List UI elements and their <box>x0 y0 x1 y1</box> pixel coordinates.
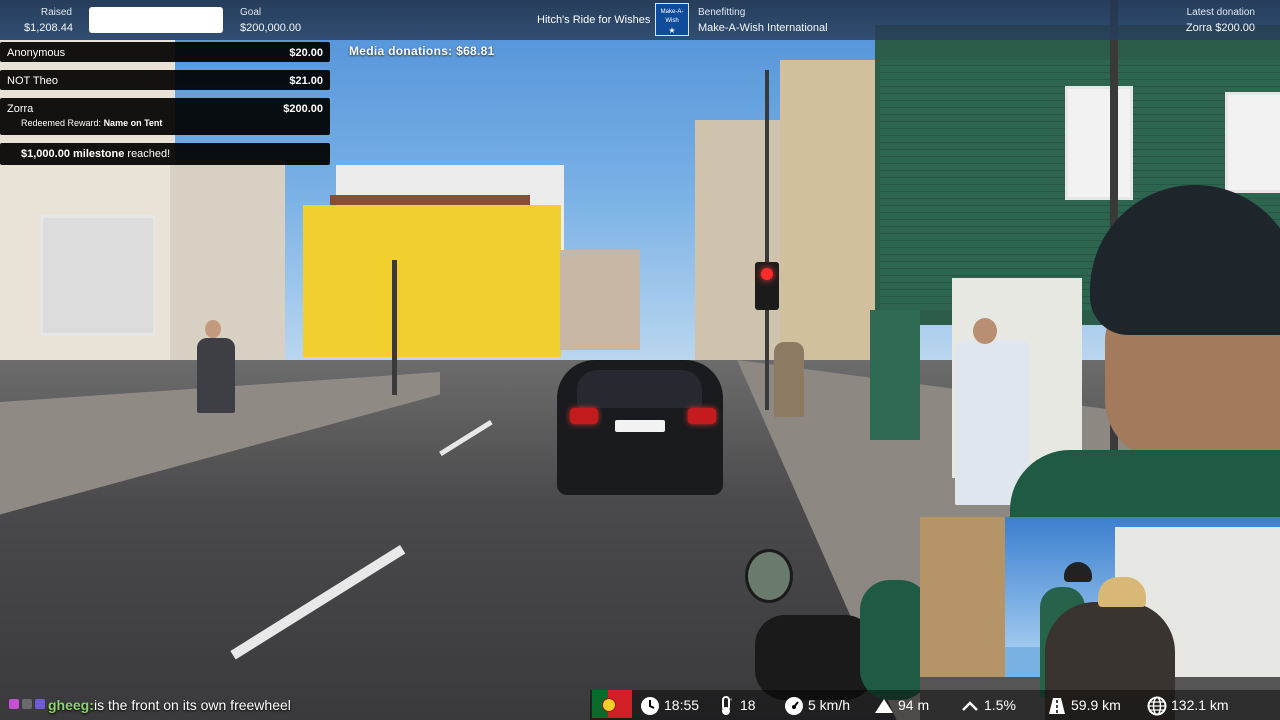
thermometer-icon: ° <box>716 696 736 716</box>
pedestrian-head <box>205 320 221 338</box>
pedestrian-head <box>973 318 997 344</box>
top-info-bar: Raised $1,208.44 Goal $200,000.00 Hitch'… <box>0 0 1280 40</box>
heart-badge-icon <box>9 699 19 709</box>
shop-window <box>40 215 156 336</box>
car-tail-light <box>688 408 716 424</box>
benefitting-stat: Benefitting Make-A-Wish International <box>698 7 828 34</box>
grade-stat: 1.5% <box>960 694 1016 716</box>
yellow-building <box>303 205 561 357</box>
rider-glove <box>755 615 875 700</box>
donation-alert: NOT Theo $21.00 <box>0 70 330 90</box>
milestone-amount: $1,000.00 milestone <box>21 148 125 160</box>
donation-amount: $200.00 <box>283 103 323 115</box>
total-distance-stat: 132.1 km <box>1147 694 1229 716</box>
media-donations: Media donations: $68.81 <box>349 44 495 58</box>
reward-line: Redeemed Reward: Name on Tent <box>21 118 162 128</box>
milestone-text: $1,000.00 milestone reached! <box>21 148 170 160</box>
temperature-value: 18 <box>740 697 756 713</box>
incline-icon <box>960 696 980 716</box>
chat-username: gheeg: <box>48 697 94 713</box>
donor-name: Anonymous <box>7 47 66 59</box>
temperature-stat: ° 18 <box>716 694 756 716</box>
green-wall <box>870 310 920 440</box>
raised-stat: Raised $1,208.44 <box>24 7 73 34</box>
raised-value: $1,208.44 <box>24 22 73 34</box>
pedestrian <box>197 338 235 413</box>
grade-value: 1.5% <box>984 697 1016 713</box>
sub-badge-icon <box>35 699 45 709</box>
donation-amount: $20.00 <box>289 47 323 59</box>
logo-text: Make-A-Wish <box>660 9 684 24</box>
clock-icon <box>640 696 660 716</box>
donor-name: Zorra <box>7 103 34 115</box>
traffic-light <box>755 262 779 310</box>
time-value: 18:55 <box>664 697 700 713</box>
svg-text:°: ° <box>730 699 733 705</box>
telemetry-bar: 18:55 ° 18 5 km/h 94 m 1.5% 59.9 km 132.… <box>590 690 1280 720</box>
donation-amount: $21.00 <box>289 75 323 87</box>
car-tail-light <box>570 408 598 424</box>
right-building-1 <box>695 120 785 370</box>
window <box>1225 92 1280 193</box>
car-rear-window <box>577 370 702 408</box>
distance-stat: 59.9 km <box>1047 694 1121 716</box>
donation-alert: Anonymous $20.00 <box>0 42 330 62</box>
globe-icon <box>1147 696 1167 716</box>
donor-name: NOT Theo <box>7 75 58 87</box>
reward-name: Name on Tent <box>103 118 163 128</box>
goal-stat: Goal $200,000.00 <box>240 7 301 34</box>
goal-value: $200,000.00 <box>240 22 302 34</box>
star-icon: ★ <box>668 26 676 35</box>
benefitting-label: Benefitting <box>698 7 746 18</box>
milestone-suffix: reached! <box>127 148 171 160</box>
donation-alert: Zorra $200.00 Redeemed Reward: Name on T… <box>0 98 330 135</box>
chat-text: is the front on its own freewheel <box>94 697 291 713</box>
pip-helmet <box>1064 562 1092 582</box>
make-a-wish-logo: Make-A-Wish ★ <box>655 3 689 36</box>
reward-prefix: Redeemed Reward: <box>21 118 102 128</box>
speed-value: 5 km/h <box>808 697 851 713</box>
license-plate <box>615 420 665 432</box>
bike-mirror <box>745 549 793 603</box>
distance-value: 59.9 km <box>1071 697 1121 713</box>
window <box>1065 86 1133 200</box>
controller-badge-icon <box>22 699 32 709</box>
pip-hat <box>1098 577 1146 607</box>
raised-progress-box <box>89 7 223 33</box>
speedometer-icon <box>784 696 804 716</box>
latest-donation-label: Latest donation <box>1186 7 1255 18</box>
altitude-stat: 94 m <box>874 694 929 716</box>
time-stat: 18:55 <box>640 694 699 716</box>
road-icon <box>1047 696 1067 716</box>
distant-buildings <box>560 250 640 350</box>
raised-label: Raised <box>40 7 72 18</box>
latest-donation-stat: Latest donation Zorra $200.00 <box>1186 7 1255 34</box>
pedestrian <box>774 342 804 417</box>
speed-stat: 5 km/h <box>784 694 850 716</box>
campaign-title: Hitch's Ride for Wishes <box>537 14 651 26</box>
altitude-value: 94 m <box>898 697 930 713</box>
benefitting-value: Make-A-Wish International <box>698 22 828 34</box>
latest-donation-value: Zorra $200.00 <box>1185 22 1255 34</box>
rider-shirt <box>1010 450 1280 520</box>
portugal-flag-icon <box>592 690 632 718</box>
total-distance-value: 132.1 km <box>1171 697 1229 713</box>
milestone-alert: $1,000.00 milestone reached! <box>0 143 330 165</box>
mountain-icon <box>874 696 894 716</box>
sign-pole <box>392 260 397 395</box>
goal-label: Goal <box>240 7 262 18</box>
street-lamp-pole <box>765 70 769 410</box>
chat-message: gheeg: is the front on its own freewheel <box>0 690 590 720</box>
